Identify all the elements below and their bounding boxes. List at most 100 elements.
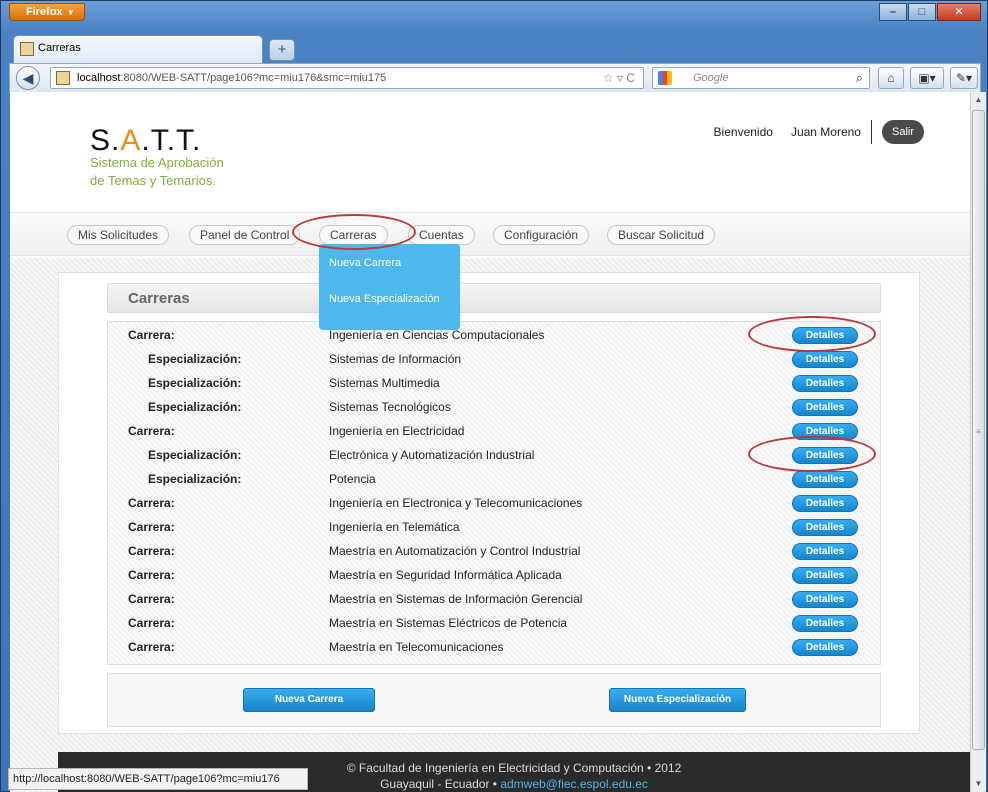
menu-panel-de-control[interactable]: Panel de Control — [189, 225, 301, 245]
user-box: Bienvenido Juan Moreno Salir — [714, 120, 924, 144]
menu-mis-solicitudes[interactable]: Mis Solicitudes — [67, 225, 170, 245]
row-value: Ingeniería en Electronica y Telecomunica… — [329, 496, 583, 510]
row-label: Carrera: — [128, 616, 175, 630]
tab-carreras[interactable]: Carreras — [13, 35, 263, 63]
detalles-button[interactable]: Detalles — [792, 543, 858, 560]
annotation-circle-detalles-1 — [748, 316, 876, 352]
detalles-button[interactable]: Detalles — [792, 639, 858, 656]
row-value: Electrónica y Automatización Industrial — [329, 448, 535, 462]
addon-icon[interactable]: ✎▾ — [950, 67, 978, 89]
home-icon[interactable]: ⌂ — [878, 67, 904, 89]
table-row: Especialización: Sistemas Tecnológicos Det… — [108, 395, 880, 419]
row-value: Maestría en Automatización y Control Ind… — [329, 544, 581, 558]
row-label: Carrera: — [128, 520, 175, 534]
detalles-button[interactable]: Detalles — [792, 495, 858, 512]
row-value: Maestría en Sistemas de Información Gere… — [329, 592, 583, 606]
url-host: localhost — [77, 72, 121, 84]
row-value: Sistemas de Información — [329, 352, 462, 366]
detalles-button[interactable]: Detalles — [792, 375, 858, 392]
annotation-circle-detalles-2 — [748, 436, 876, 472]
detalles-button[interactable]: Detalles — [792, 591, 858, 608]
table-row: Carrera: Ingeniería en Telemática Detalles — [108, 515, 880, 539]
table-row: Carrera: Maestría en Telecomunicaciones De… — [108, 635, 880, 659]
row-label: Especialización: — [148, 352, 242, 366]
row-value: Sistemas Multimedia — [329, 376, 440, 390]
row-value: Maestría en Seguridad Informática Aplica… — [329, 568, 562, 582]
menu-buscar-solicitud[interactable]: Buscar Solicitud — [607, 225, 716, 245]
row-value: Ingeniería en Telemática — [329, 520, 460, 534]
menu-cuentas[interactable]: Cuentas — [408, 225, 475, 245]
maximize-button[interactable]: □ — [908, 3, 936, 21]
row-label: Especialización: — [148, 376, 242, 390]
detalles-button[interactable]: Detalles — [792, 519, 858, 536]
annotation-circle-carreras — [292, 214, 416, 250]
section-title: Carreras — [107, 283, 881, 313]
row-label: Carrera: — [128, 568, 175, 582]
row-label: Carrera: — [128, 496, 175, 510]
bookmarks-icon[interactable]: ▣▾ — [910, 67, 944, 89]
logout-button[interactable]: Salir — [881, 120, 924, 144]
row-label: Especialización: — [148, 400, 242, 414]
dropdown-nueva-carrera[interactable]: Nueva Carrera — [319, 246, 460, 280]
table-row: Especialización: Potencia Detalles — [108, 467, 880, 491]
new-tab-button[interactable]: + — [269, 39, 295, 61]
site-identity-icon[interactable] — [56, 71, 70, 85]
status-bar-url: http://localhost:8080/WEB-SATT/page106?m… — [8, 768, 308, 790]
firefox-menu-button[interactable]: Firefox ▼ — [9, 3, 85, 21]
site-tagline: Sistema de Aprobación de Temas y Temario… — [90, 155, 224, 188]
detalles-button[interactable]: Detalles — [792, 351, 858, 368]
search-bar[interactable]: Google ⌕ — [652, 67, 870, 89]
back-button[interactable]: ◀ — [16, 66, 40, 90]
detalles-button[interactable]: Detalles — [792, 615, 858, 632]
row-value: Potencia — [329, 472, 376, 486]
table-row: Carrera: Maestría en Sistemas de Informac… — [108, 587, 880, 611]
table-row: Carrera: Ingeniería en Electricidad Detall… — [108, 419, 880, 443]
user-name: Juan Moreno — [791, 120, 872, 144]
close-button[interactable]: ✕ — [937, 3, 981, 21]
table-row: Carrera: Maestría en Seguridad Informátic… — [108, 563, 880, 587]
row-label: Carrera: — [128, 424, 175, 438]
url-path: :8080/WEB-SATT/page106?mc=miu176&smc=miu… — [120, 72, 387, 84]
detalles-button[interactable]: Detalles — [792, 399, 858, 416]
row-value: Ingeniería en Ciencias Computacionales — [329, 328, 545, 342]
main-menu: Mis Solicitudes Panel de Control Carrera… — [10, 212, 970, 256]
title-bar: Firefox ▼ – □ ✕ — [1, 1, 987, 31]
page-viewport: S.A.T.T. Sistema de Aprobación de Temas … — [10, 92, 970, 792]
dropdown-nueva-especializacion[interactable]: Nueva Especialización — [319, 282, 460, 316]
search-icon[interactable]: ⌕ — [856, 70, 863, 86]
search-placeholder: Google — [693, 72, 729, 84]
row-label: Carrera: — [128, 592, 175, 606]
row-label: Carrera: — [128, 640, 175, 654]
scroll-down-icon[interactable]: ▼ — [971, 776, 986, 792]
google-search-engine-icon[interactable] — [658, 71, 672, 85]
scroll-thumb[interactable]: ≡ — [972, 110, 985, 750]
site-header: S.A.T.T. Sistema de Aprobación de Temas … — [10, 92, 970, 212]
table-row: Especialización: Sistemas Multimedia Detal… — [108, 371, 880, 395]
navigation-toolbar: ◀ localhost:8080/WEB-SATT/page106?mc=miu… — [9, 63, 981, 93]
menu-configuracion[interactable]: Configuración — [493, 225, 590, 245]
row-label: Especialización: — [148, 472, 242, 486]
minimize-button[interactable]: – — [879, 3, 907, 21]
detalles-button[interactable]: Detalles — [792, 567, 858, 584]
row-value: Ingeniería en Electricidad — [329, 424, 465, 438]
table-row: Carrera: Ingeniería en Electronica y Tele… — [108, 491, 880, 515]
url-bar[interactable]: localhost:8080/WEB-SATT/page106?mc=miu17… — [50, 67, 644, 89]
carreras-dropdown: Nueva Carrera Nueva Especialización — [319, 244, 460, 330]
scroll-up-icon[interactable]: ▲ — [971, 92, 986, 108]
tab-title: Carreras — [38, 42, 81, 54]
detalles-button[interactable]: Detalles — [792, 471, 858, 488]
row-label: Carrera: — [128, 544, 175, 558]
table-row: Carrera: Maestría en Sistemas Eléctricos … — [108, 611, 880, 635]
footer-email-link[interactable]: admweb@fiec.espol.edu.ec — [500, 777, 648, 791]
welcome-text: Bienvenido — [713, 125, 773, 139]
nueva-carrera-button[interactable]: Nueva Carrera — [243, 688, 375, 712]
row-label: Especialización: — [148, 448, 242, 462]
carreras-table: Carrera: Ingeniería en Ciencias Computaci… — [107, 321, 881, 665]
row-label: Carrera: — [128, 328, 175, 342]
bookmark-reload-icons[interactable]: ☆ ▿ C — [603, 71, 635, 85]
tab-strip: Carreras + — [9, 33, 981, 63]
site-logo[interactable]: S.A.T.T. — [90, 124, 201, 158]
table-row: Especialización: Sistemas de Información D… — [108, 347, 880, 371]
vertical-scrollbar[interactable]: ▲ ≡ ▼ — [970, 92, 986, 792]
nueva-especializacion-button[interactable]: Nueva Especialización — [609, 688, 746, 712]
